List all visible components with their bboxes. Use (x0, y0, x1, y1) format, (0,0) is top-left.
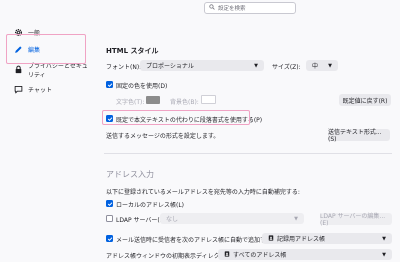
paragraph-style-checkbox[interactable] (106, 115, 113, 122)
section-divider (104, 153, 392, 154)
sidebar-item-label: 一般 (28, 30, 41, 37)
pencil-icon (14, 45, 23, 54)
paragraph-style-label: 既定で本文テキストの代わりに段落書式を使用する(P) (116, 117, 263, 124)
default-directory-value: すべてのアドレス帳 (233, 252, 287, 259)
send-format-description: 送信するメッセージの形式を設定します。 (106, 133, 220, 140)
sidebar-item-privacy[interactable]: プライバシーとセキュリティ (3, 62, 91, 79)
local-address-book-checkbox[interactable] (106, 200, 113, 207)
sidebar-item-label: プライバシーとセキュリティ (28, 62, 88, 79)
chevron-down-icon: ▼ (382, 235, 386, 242)
checkmark-icon (107, 82, 112, 87)
size-label: サイズ(Z): (272, 64, 301, 71)
font-dropdown-value: プロポーショナル (146, 63, 194, 70)
search-input[interactable]: 設定を検索 (204, 2, 296, 14)
ldap-server-value: なし (166, 216, 179, 223)
auto-add-addressbook-dropdown[interactable]: 記録用アドレス帳 ▼ (262, 233, 392, 244)
ldap-server-checkbox[interactable] (106, 215, 113, 222)
sidebar-item-label: チャット (28, 87, 52, 94)
bg-color-swatch[interactable] (201, 95, 216, 104)
chat-icon (14, 85, 23, 94)
size-dropdown-value: 中 (312, 63, 319, 70)
sidebar-item-chat[interactable]: チャット (3, 82, 91, 97)
local-address-book-label: ローカルのアドレス帳(L) (116, 202, 185, 209)
use-fixed-colors-label: 固定の色を使用(D) (116, 83, 168, 90)
address-book-icon (224, 250, 230, 259)
html-style-heading: HTML スタイル (106, 47, 159, 55)
auto-add-recipients-label: メール送信時に受信者を次のアドレス帳に自動で追加する(A): (116, 237, 283, 244)
size-dropdown[interactable]: 中 ▼ (306, 60, 338, 71)
addressing-description: 以下に登録されているメールアドレスを宛先等の入力時に自動補完する: (106, 189, 300, 196)
sidebar: 一般 編集 プライバシーとセキュリティ チャット (0, 0, 93, 262)
send-format-button[interactable]: 送信テキスト形式...(S) (328, 129, 390, 143)
text-color-swatch[interactable] (146, 96, 160, 104)
font-label: フォント(N): (106, 64, 142, 71)
gear-icon (14, 28, 23, 37)
sidebar-item-editing[interactable]: 編集 (3, 42, 91, 57)
address-book-icon (268, 234, 274, 243)
text-color-label: 文字色(T): (116, 99, 145, 106)
use-fixed-colors-checkbox[interactable] (106, 81, 113, 88)
checkmark-icon (107, 201, 112, 206)
restore-defaults-button[interactable]: 既定値に戻す(R) (339, 94, 391, 106)
lock-icon (14, 65, 23, 74)
ldap-edit-button[interactable]: LDAP サーバーの編集...(E) (320, 213, 392, 227)
chevron-down-icon: ▼ (328, 62, 332, 69)
chevron-down-icon: ▼ (382, 251, 386, 258)
sidebar-item-label: 編集 (28, 47, 41, 54)
checkmark-icon (107, 236, 112, 241)
ldap-server-dropdown[interactable]: なし ▼ (160, 213, 304, 224)
bg-color-label: 背景色(B): (170, 99, 199, 106)
auto-add-addressbook-value: 記録用アドレス帳 (277, 236, 326, 243)
chevron-down-icon: ▼ (254, 62, 258, 69)
default-directory-dropdown[interactable]: すべてのアドレス帳 ▼ (218, 249, 392, 260)
addressing-section-title: アドレス入力 (106, 170, 154, 179)
search-icon (209, 4, 215, 12)
chevron-down-icon: ▼ (294, 215, 298, 222)
search-placeholder: 設定を検索 (218, 6, 246, 12)
font-dropdown[interactable]: プロポーショナル ▼ (140, 60, 264, 71)
sidebar-item-general[interactable]: 一般 (3, 25, 91, 40)
auto-add-recipients-checkbox[interactable] (106, 235, 113, 242)
checkmark-icon (107, 116, 112, 121)
